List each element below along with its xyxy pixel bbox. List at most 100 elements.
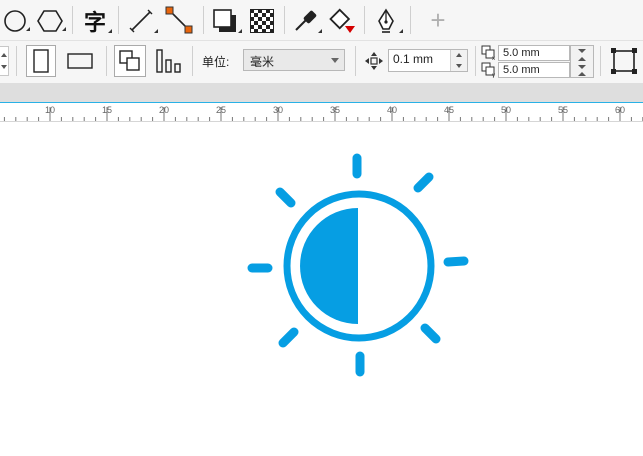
page-frame-icon <box>611 48 637 74</box>
duplicate-y-input[interactable]: 5.0 mm <box>498 62 570 78</box>
flyout-indicator <box>154 29 158 33</box>
all-pages-button[interactable] <box>114 45 146 77</box>
nudge-value: 0.1 mm <box>393 52 434 66</box>
sun-ray <box>420 323 441 344</box>
ruler-tick-label: 35 <box>329 105 341 115</box>
portrait-button[interactable] <box>26 45 56 77</box>
ruler-tick-label: 45 <box>443 105 455 115</box>
spin-up-icon <box>578 72 586 76</box>
toolbar-separator <box>364 6 365 34</box>
chevron-down-icon <box>578 49 586 53</box>
spin-up-icon <box>456 53 462 57</box>
duplicate-x-icon: x <box>481 45 497 62</box>
clipped-spinner[interactable] <box>0 46 9 76</box>
spin-up-icon <box>1 53 7 57</box>
interactive-fill-tool-button[interactable] <box>326 6 358 36</box>
ruler-tick-label: 25 <box>215 105 227 115</box>
toolbar-separator <box>410 6 411 34</box>
dimension-line-icon <box>129 9 153 33</box>
sun-ray <box>275 187 296 208</box>
bar-pages-icon <box>156 49 181 73</box>
brightness-contrast-icon[interactable] <box>0 122 643 456</box>
text-tool-button[interactable]: 字 <box>80 6 112 36</box>
sun-ray <box>413 172 434 193</box>
drop-shadow-icon <box>213 9 236 32</box>
ruler-tick-label: 30 <box>272 105 284 115</box>
duplicate-x-input[interactable]: 5.0 mm <box>498 45 570 61</box>
ruler-tick-label: 40 <box>386 105 398 115</box>
toolbar-separator <box>203 6 204 34</box>
flyout-indicator <box>399 29 403 33</box>
paint-bucket-icon <box>329 8 355 33</box>
sun-ray <box>278 327 299 348</box>
sun-ray <box>443 256 469 267</box>
spin-down-icon <box>456 64 462 68</box>
hexagon-icon <box>37 10 63 32</box>
transparency-tool-button[interactable] <box>247 6 277 36</box>
toolbar-separator <box>192 46 193 76</box>
flyout-indicator <box>26 27 30 31</box>
ruler-tick-label: 50 <box>500 105 512 115</box>
toolbar-separator <box>106 46 107 76</box>
units-select[interactable]: 毫米 <box>243 49 345 71</box>
horizontal-ruler[interactable]: 10 15 20 25 30 35 40 45 50 55 60 <box>0 103 643 122</box>
portrait-page-icon <box>33 49 49 73</box>
multiple-pages-icon <box>119 50 140 71</box>
ruler-ticks <box>3 107 643 121</box>
toolbar-separator <box>475 46 476 76</box>
ellipse-icon <box>4 10 26 32</box>
docker-tab-strip <box>0 83 643 103</box>
move-arrows-icon <box>365 52 383 70</box>
chevron-down-icon <box>331 58 339 63</box>
line-tool-button[interactable] <box>126 6 158 36</box>
landscape-button[interactable] <box>64 45 96 77</box>
duplicate-y-value: 5.0 mm <box>503 64 540 76</box>
page-frame-button[interactable] <box>608 45 640 77</box>
toolbar-separator <box>355 46 356 76</box>
ruler-tick-label: 60 <box>614 105 626 115</box>
plus-icon: + <box>430 5 446 35</box>
eyedropper-icon <box>295 10 317 31</box>
ruler-tick-label: 20 <box>158 105 170 115</box>
toolbar-separator <box>284 6 285 34</box>
ruler-tick-label: 15 <box>101 105 113 115</box>
polygon-tool-button[interactable] <box>36 8 66 34</box>
spin-up-icon <box>578 57 586 61</box>
toolbar-separator <box>118 6 119 34</box>
eyedropper-tool-button[interactable] <box>290 6 322 36</box>
pen-nib-icon <box>378 8 394 33</box>
toolbar-separator <box>600 46 601 76</box>
toolbar-separator <box>72 6 73 34</box>
flyout-indicator <box>108 29 112 33</box>
nudge-distance-input[interactable]: 0.1 mm <box>388 49 468 72</box>
toolbar-separator <box>16 46 17 76</box>
svg-text:x: x <box>492 56 495 61</box>
ruler-tick-label: 10 <box>44 105 56 115</box>
drop-shadow-tool-button[interactable] <box>210 6 242 36</box>
flyout-indicator <box>318 29 322 33</box>
chevron-down-icon <box>578 65 586 69</box>
connector-tool-button[interactable] <box>163 4 195 36</box>
landscape-page-icon <box>67 53 93 69</box>
flyout-indicator <box>62 27 66 31</box>
checkerboard-icon <box>250 9 274 33</box>
flyout-indicator <box>238 29 242 33</box>
units-value: 毫米 <box>250 55 275 69</box>
drawing-canvas[interactable] <box>0 122 643 456</box>
contrast-half-disc <box>300 208 358 324</box>
ellipse-tool-button[interactable] <box>2 8 30 34</box>
svg-text:y: y <box>492 73 495 78</box>
nudge-icon-holder <box>364 51 384 71</box>
spin-down-icon <box>1 65 7 69</box>
add-tool-button[interactable]: + <box>424 6 452 34</box>
current-page-button[interactable] <box>152 45 184 77</box>
connector-icon <box>165 6 193 34</box>
duplicate-y-icon: y <box>481 62 497 79</box>
duplicate-x-value: 5.0 mm <box>503 47 540 59</box>
nudge-spinner[interactable] <box>450 50 467 71</box>
units-label: 单位: <box>202 55 230 69</box>
ruler-tick-label: 55 <box>557 105 569 115</box>
text-tool-icon: 字 <box>83 10 106 35</box>
duplicate-spinner-arrows[interactable] <box>570 45 594 78</box>
outline-pen-button[interactable] <box>371 6 403 36</box>
